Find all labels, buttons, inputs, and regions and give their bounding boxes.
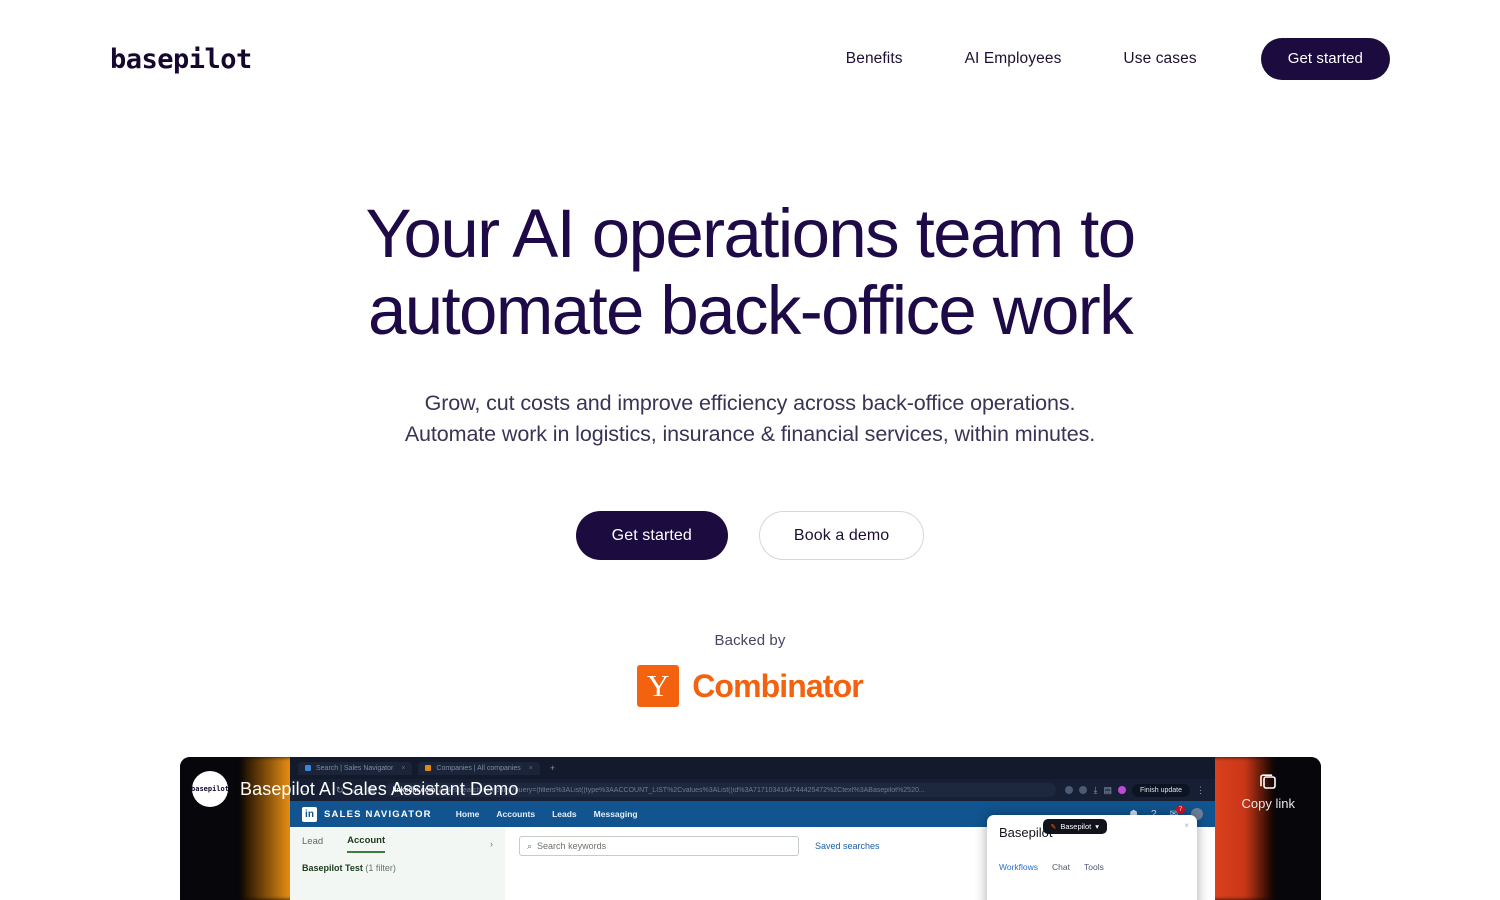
sidebar-icon[interactable]: ▤ — [1103, 785, 1112, 796]
search-placeholder: Search keywords — [537, 841, 607, 851]
filter-count: (1 filter) — [365, 863, 396, 873]
highlighter-icon[interactable] — [1079, 786, 1088, 794]
y-combinator-logo: Y Combinator — [0, 665, 1500, 708]
sn-nav-home[interactable]: Home — [456, 809, 480, 819]
yc-wordmark: Combinator — [692, 667, 863, 704]
panel-close-icon[interactable]: × — [1184, 821, 1189, 830]
sales-navigator-brand: SALES NAVIGATOR — [324, 808, 432, 820]
copy-icon — [1260, 774, 1277, 789]
search-icon: ⌕ — [527, 840, 533, 851]
panel-tab-workflows[interactable]: Workflows — [999, 862, 1038, 872]
landing-page: basepilot Benefits AI Employees Use case… — [0, 0, 1500, 900]
notification-badge: 7 — [1176, 805, 1185, 814]
filter-label: Basepilot Test — [302, 863, 363, 873]
sales-navigator-nav: Home Accounts Leads Messaging — [456, 809, 638, 819]
copy-link-label: Copy link — [1241, 796, 1295, 811]
chevron-right-icon[interactable]: › — [490, 839, 493, 849]
extension-icon[interactable] — [1065, 786, 1074, 794]
sn-nav-messaging[interactable]: Messaging — [594, 809, 638, 819]
hero-get-started-button[interactable]: Get started — [575, 511, 728, 561]
finish-update-button[interactable]: Finish update — [1131, 783, 1190, 797]
tab-lead[interactable]: Lead — [302, 836, 323, 852]
new-tab-icon[interactable]: + — [550, 763, 555, 773]
pen-icon: ✎ — [1050, 823, 1057, 831]
backed-by-section: Backed by Y Combinator — [0, 632, 1500, 708]
hero-subtitle: Grow, cut costs and improve efficiency a… — [0, 388, 1500, 452]
tab-close-icon[interactable]: × — [529, 765, 533, 772]
hero-cta-row: Get started Book a demo — [0, 511, 1500, 561]
panel-tabs: Workflows Chat Tools — [999, 862, 1185, 872]
sn-nav-accounts[interactable]: Accounts — [496, 809, 535, 819]
basepilot-extension-chip[interactable]: ✎ Basepilot ▾ — [1042, 819, 1107, 834]
lead-account-tabs: Lead Account › — [302, 835, 493, 853]
search-input[interactable]: ⌕ Search keywords — [519, 836, 799, 856]
site-header: basepilot Benefits AI Employees Use case… — [0, 0, 1500, 118]
tab-account[interactable]: Account — [347, 835, 386, 853]
nav-item-use-cases[interactable]: Use cases — [1092, 50, 1227, 68]
panel-tab-tools[interactable]: Tools — [1084, 862, 1104, 872]
chip-label: Basepilot — [1060, 822, 1092, 831]
headline-line-1: Your AI operations team to — [365, 195, 1136, 272]
headline-line-2: automate back-office work — [367, 272, 1134, 350]
download-icon[interactable]: ⤓ — [1093, 785, 1097, 796]
video-title: Basepilot AI Sales Assistant Demo — [240, 778, 519, 799]
browser-menu-icon[interactable]: ⋮ — [1196, 785, 1205, 796]
basepilot-logo[interactable]: basepilot — [110, 44, 252, 75]
browser-actions: ⤓ ▤ Finish update ⋮ — [1065, 783, 1205, 797]
chevron-down-icon[interactable]: ▾ — [1095, 822, 1099, 831]
demo-video-player[interactable]: Search | Sales Navigator × Companies | A… — [180, 757, 1321, 900]
saved-searches-link[interactable]: Saved searches — [815, 841, 880, 851]
main-navigation: Benefits AI Employees Use cases Get star… — [815, 38, 1390, 80]
video-title-overlay: basepilot Basepilot AI Sales Assistant D… — [191, 771, 519, 807]
profile-avatar-icon[interactable] — [1117, 786, 1126, 794]
panel-tab-chat[interactable]: Chat — [1052, 862, 1070, 872]
yc-mark-icon: Y — [637, 665, 680, 708]
linkedin-icon: in — [302, 806, 317, 822]
subtitle-line-1: Grow, cut costs and improve efficiency a… — [424, 390, 1076, 415]
hero-section: Your AI operations team to automate back… — [0, 195, 1500, 708]
page-title: Your AI operations team to automate back… — [250, 195, 1250, 350]
header-get-started-button[interactable]: Get started — [1260, 38, 1390, 80]
search-filters-panel: Lead Account › Basepilot Test (1 filter) — [290, 827, 505, 900]
avatar: basepilot — [191, 771, 229, 807]
nav-item-ai-employees[interactable]: AI Employees — [934, 50, 1093, 68]
saved-filter-name: Basepilot Test (1 filter) — [302, 863, 493, 873]
subtitle-line-2: Automate work in logistics, insurance & … — [404, 422, 1096, 447]
backed-by-label: Backed by — [714, 632, 786, 650]
copy-link-button[interactable]: Copy link — [1242, 771, 1295, 811]
nav-item-benefits[interactable]: Benefits — [815, 50, 934, 68]
book-a-demo-button[interactable]: Book a demo — [758, 511, 925, 561]
sn-nav-leads[interactable]: Leads — [552, 809, 577, 819]
